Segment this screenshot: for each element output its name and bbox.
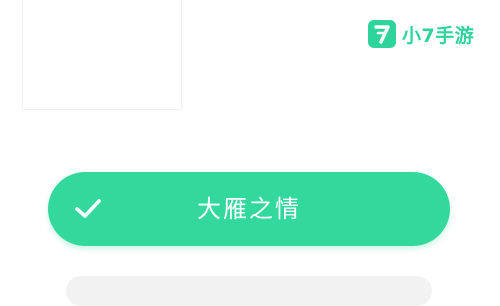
answer-option-selected[interactable] — [48, 172, 450, 246]
watermark-text: 小7手游 — [402, 24, 475, 47]
image-placeholder — [22, 0, 182, 110]
watermark-logo: 小7手游 — [368, 18, 474, 50]
seven-badge-icon — [368, 20, 396, 48]
check-icon — [75, 199, 101, 218]
